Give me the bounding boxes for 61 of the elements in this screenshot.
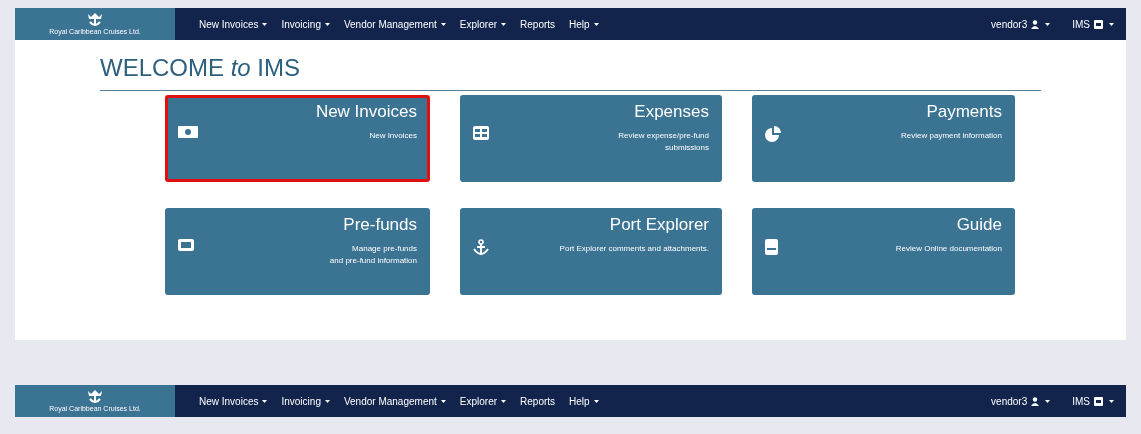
nav-menu-item[interactable]: Invoicing: [281, 393, 330, 409]
user-icon: [1031, 396, 1040, 406]
nav-menu-item[interactable]: Help: [569, 16, 599, 32]
caret-icon: [262, 22, 268, 26]
user-icon: [1031, 19, 1040, 29]
caret-icon: [501, 399, 507, 403]
nav-menu-item[interactable]: Explorer: [459, 16, 507, 32]
banknote-icon: [178, 126, 198, 138]
pie-chart-icon: [765, 126, 781, 142]
window-icon: [1094, 396, 1103, 406]
caret-icon: [440, 399, 446, 403]
window-icon: [1094, 19, 1103, 29]
nav-menu-item[interactable]: Reports: [520, 393, 556, 409]
caret-icon: [324, 399, 330, 403]
caret-icon: [501, 22, 507, 26]
user-menu[interactable]: vendor3: [991, 393, 1040, 409]
caret-icon: [440, 22, 446, 26]
caret-icon: [1109, 399, 1114, 403]
caret-icon: [324, 22, 330, 26]
caret-icon: [1045, 22, 1051, 26]
nav-menu-item[interactable]: New Invoices: [199, 16, 268, 32]
nav-menu-item[interactable]: Vendor Management: [343, 16, 446, 32]
tile-title: Pre-funds: [343, 214, 417, 236]
crown-anchor-icon: [86, 389, 104, 405]
anchor-icon: [473, 239, 489, 257]
dashboard-tile[interactable]: Pre-funds Manage pre-funds and pre-fund information: [165, 208, 430, 295]
tile-title: New Invoices: [315, 101, 417, 123]
app-menu[interactable]: IMS: [1072, 393, 1103, 409]
user-menu[interactable]: vendor3: [991, 16, 1040, 32]
dashboard-tile[interactable]: Port Explorer Port Explorer comments and attachments.: [460, 208, 722, 295]
nav-menu-item[interactable]: Invoicing: [281, 16, 330, 32]
caret-icon: [593, 399, 599, 403]
nav-menu-item[interactable]: Vendor Management: [343, 393, 446, 409]
tile-title: Guide: [956, 214, 1002, 236]
tile-description: Review expense/pre-fund submissions: [618, 130, 709, 154]
crown-anchor-icon: [86, 12, 104, 28]
tile-description: New Invoices: [369, 130, 417, 142]
page-title: WELCOME to IMS: [100, 53, 302, 83]
nav-menu-item[interactable]: New Invoices: [199, 393, 268, 409]
tile-title: Payments: [926, 101, 1002, 123]
ticket-icon: [178, 239, 194, 251]
caret-icon: [1109, 22, 1114, 26]
caret-icon: [262, 399, 268, 403]
tile-description: Review Online documentation: [895, 243, 1002, 255]
app-menu[interactable]: IMS: [1072, 16, 1103, 32]
dashboard-tile[interactable]: Expenses Review expense/pre-fund submissions: [460, 95, 722, 182]
nav-menu-item[interactable]: Help: [569, 393, 599, 409]
table-icon: [473, 126, 489, 140]
tile-description: Review payment information: [901, 130, 1002, 142]
tile-title: Port Explorer: [609, 214, 709, 236]
caret-icon: [593, 22, 599, 26]
dashboard-tile[interactable]: Guide Review Online documentation: [752, 208, 1015, 295]
caret-icon: [1045, 399, 1051, 403]
dashboard-tile[interactable]: Payments Review payment information: [752, 95, 1015, 182]
book-icon: [765, 239, 778, 255]
tile-title: Expenses: [634, 101, 709, 123]
nav-menu-item[interactable]: Reports: [520, 16, 556, 32]
nav-menu-item[interactable]: Explorer: [459, 393, 507, 409]
tile-description: Port Explorer comments and attachments.: [559, 243, 709, 255]
tile-description: Manage pre-funds and pre-fund information: [329, 243, 417, 267]
dashboard-tile[interactable]: New Invoices New Invoices: [165, 95, 430, 182]
